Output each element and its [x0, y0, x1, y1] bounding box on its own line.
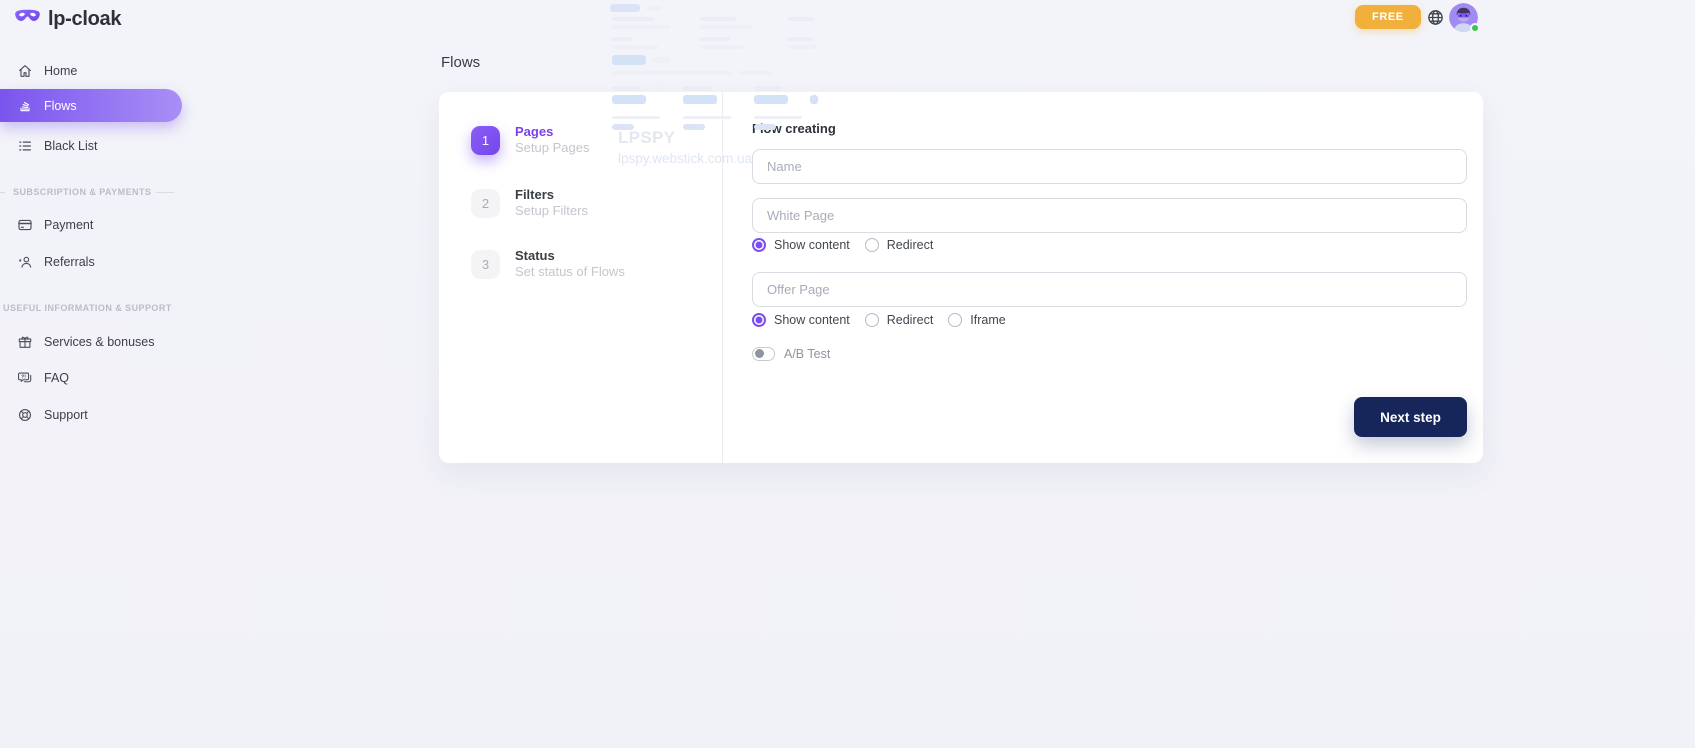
radio-label: Show content — [774, 313, 850, 327]
step-subtitle: Set status of Flows — [515, 264, 625, 280]
step-number: 2 — [471, 189, 500, 218]
list-icon — [17, 138, 33, 154]
step-status[interactable]: 3 Status Set status of Flows — [471, 248, 625, 281]
lifebuoy-icon — [17, 407, 33, 423]
sidebar-item-flows[interactable]: Flows — [0, 89, 182, 122]
radio-redirect[interactable]: Redirect — [865, 238, 934, 252]
page-title: Flows — [441, 54, 480, 71]
step-title: Filters — [515, 187, 588, 203]
radio-label: Redirect — [887, 313, 934, 327]
step-number: 3 — [471, 250, 500, 279]
sidebar-item-label: Referrals — [44, 255, 95, 269]
sidebar-item-black-list[interactable]: Black List — [0, 129, 182, 162]
ab-test-toggle-row[interactable]: A/B Test — [752, 347, 830, 361]
radio-control[interactable] — [865, 238, 879, 252]
radio-show-content[interactable]: Show content — [752, 313, 850, 327]
radio-iframe[interactable]: Iframe — [948, 313, 1005, 327]
sidebar-item-services[interactable]: Services & bonuses — [0, 325, 182, 358]
radio-label: Iframe — [970, 313, 1005, 327]
ab-test-toggle[interactable] — [752, 347, 775, 361]
toggle-knob — [755, 349, 764, 358]
sidebar-item-home[interactable]: Home — [0, 54, 182, 87]
step-number: 1 — [471, 126, 500, 155]
step-subtitle: Setup Pages — [515, 140, 589, 156]
section-line — [0, 192, 5, 193]
step-title: Pages — [515, 124, 589, 140]
sidebar-item-label: Payment — [44, 218, 93, 232]
sidebar-item-label: FAQ — [44, 371, 69, 385]
flow-creating-card: 1 Pages Setup Pages 2 Filters Setup Filt… — [439, 92, 1483, 463]
radio-control[interactable] — [865, 313, 879, 327]
online-status-dot — [1470, 23, 1480, 33]
section-label: SUBSCRIPTION & PAYMENTS — [10, 187, 151, 197]
step-title: Status — [515, 248, 625, 264]
step-subtitle: Setup Filters — [515, 203, 588, 219]
section-line — [156, 192, 174, 193]
language-globe-icon[interactable] — [1424, 6, 1446, 28]
user-avatar[interactable] — [1449, 3, 1478, 32]
sidebar-item-support[interactable]: Support — [0, 398, 182, 431]
step-pages[interactable]: 1 Pages Setup Pages — [471, 124, 589, 157]
sidebar-item-label: Home — [44, 64, 77, 78]
name-input[interactable] — [752, 149, 1467, 184]
plan-badge[interactable]: FREE — [1355, 5, 1421, 29]
form-title: Flow creating — [752, 121, 836, 136]
section-label: USEFUL INFORMATION & SUPPORT — [0, 303, 172, 313]
radio-control[interactable] — [752, 238, 766, 252]
home-icon — [17, 63, 33, 79]
mask-logo-icon — [14, 6, 41, 32]
sidebar-item-label: Black List — [44, 139, 98, 153]
white-page-mode-group: Show content Redirect — [752, 238, 933, 252]
next-step-button[interactable]: Next step — [1354, 397, 1467, 437]
sidebar-item-payment[interactable]: Payment — [0, 208, 182, 241]
card-divider — [722, 92, 723, 463]
gift-icon — [17, 334, 33, 350]
sidebar-item-referrals[interactable]: Referrals — [0, 245, 182, 278]
person-add-icon — [17, 254, 33, 270]
sidebar-section-support: USEFUL INFORMATION & SUPPORT — [0, 301, 182, 315]
brand-logo[interactable]: lp-cloak — [14, 6, 121, 32]
radio-label: Show content — [774, 238, 850, 252]
radio-control[interactable] — [948, 313, 962, 327]
offer-page-mode-group: Show content Redirect Iframe — [752, 313, 1006, 327]
radio-label: Redirect — [887, 238, 934, 252]
sidebar-section-subscription: SUBSCRIPTION & PAYMENTS — [0, 185, 182, 199]
faq-bubble-icon: ?! — [17, 370, 33, 386]
credit-card-icon — [17, 217, 33, 233]
brand-name: lp-cloak — [48, 8, 121, 31]
ab-test-label: A/B Test — [784, 347, 830, 361]
sidebar-item-faq[interactable]: ?! FAQ — [0, 361, 182, 394]
sidebar-item-label: Services & bonuses — [44, 335, 154, 349]
radio-control[interactable] — [752, 313, 766, 327]
white-page-input[interactable] — [752, 198, 1467, 233]
step-filters[interactable]: 2 Filters Setup Filters — [471, 187, 588, 220]
sidebar: lp-cloak Home Flows Black List SUBSCRIPT… — [0, 0, 182, 748]
flows-icon — [17, 98, 33, 114]
radio-show-content[interactable]: Show content — [752, 238, 850, 252]
sidebar-item-label: Flows — [44, 99, 77, 113]
radio-redirect[interactable]: Redirect — [865, 313, 934, 327]
sidebar-item-label: Support — [44, 408, 88, 422]
flow-creating-form: Flow creating Show content Redirect Show… — [752, 92, 1467, 463]
offer-page-input[interactable] — [752, 272, 1467, 307]
svg-text:?!: ?! — [21, 374, 26, 380]
